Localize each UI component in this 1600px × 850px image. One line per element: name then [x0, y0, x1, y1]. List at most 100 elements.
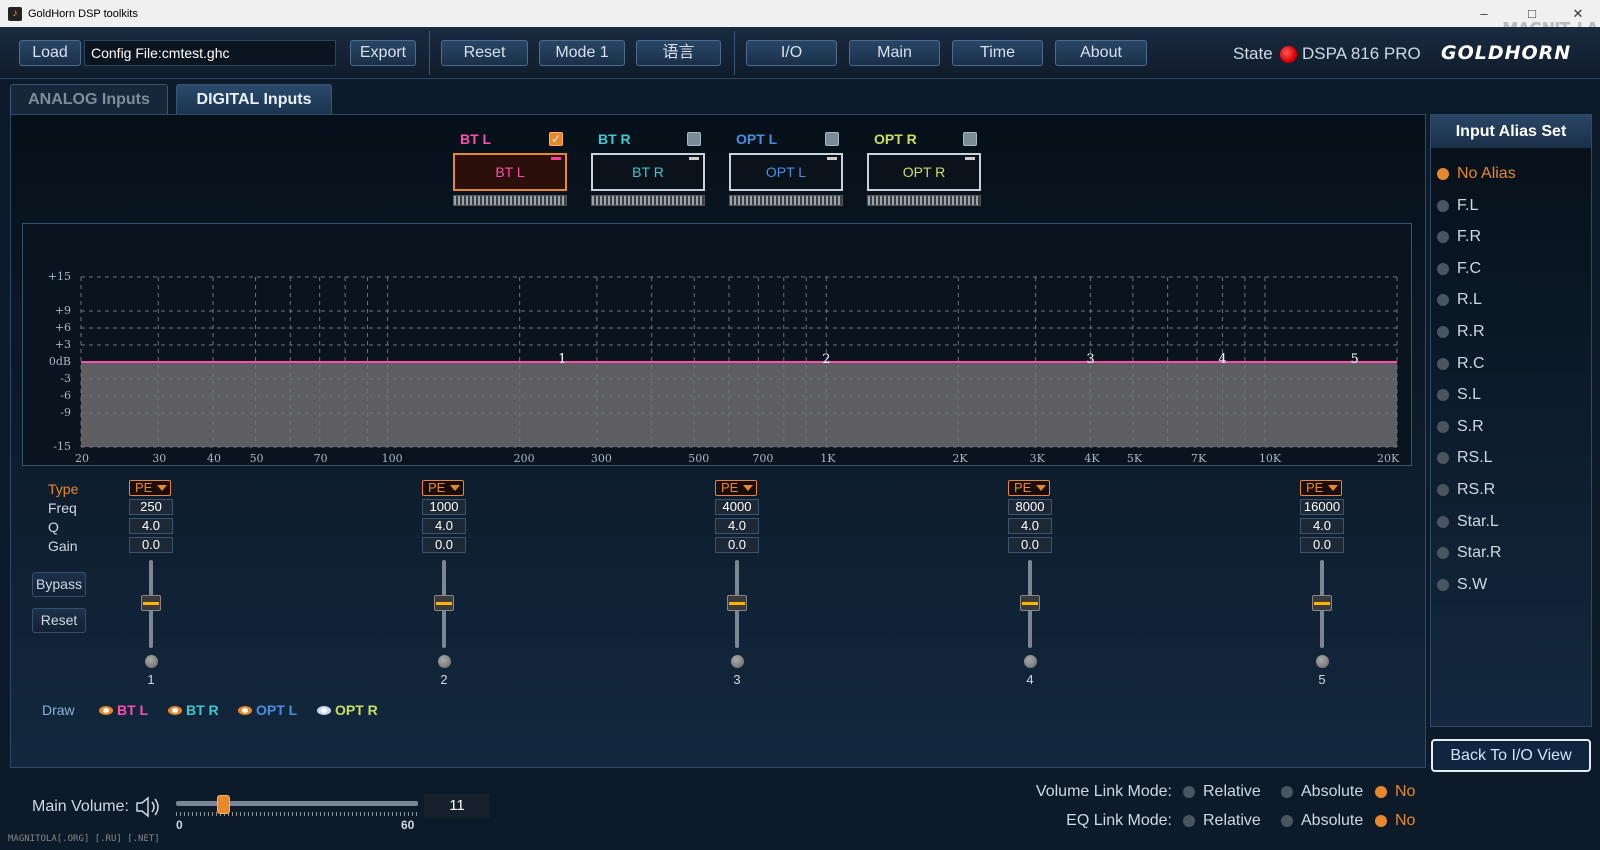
eq-link-option[interactable]: Relative — [1183, 812, 1261, 830]
eq-link-option[interactable]: No — [1375, 812, 1415, 830]
reset-button[interactable]: Reset — [441, 40, 528, 66]
draw-toggle[interactable]: BT L — [99, 702, 148, 718]
channel-checkbox[interactable]: ✓ — [549, 132, 563, 146]
band-marker[interactable]: 3 — [1086, 352, 1094, 367]
alias-option[interactable]: R.L — [1437, 291, 1482, 309]
about-button[interactable]: About — [1055, 40, 1147, 66]
channel-checkbox[interactable] — [963, 132, 977, 146]
back-to-io-button[interactable]: Back To I/O View — [1431, 739, 1591, 772]
alias-option[interactable]: R.C — [1437, 355, 1485, 373]
band-q-input[interactable]: 4.0 — [715, 518, 759, 534]
export-button[interactable]: Export — [350, 40, 416, 66]
band-q-input[interactable]: 4.0 — [1008, 518, 1052, 534]
eq-link-option[interactable]: Absolute — [1281, 812, 1363, 830]
volume-link-option[interactable]: No — [1375, 783, 1415, 801]
band-type-select[interactable]: PE — [1300, 480, 1342, 496]
alias-option[interactable]: F.C — [1437, 260, 1481, 278]
draw-toggle[interactable]: OPT L — [238, 702, 297, 718]
app-icon: ♪ — [8, 6, 22, 21]
y-tick-label: +3 — [54, 338, 71, 351]
alias-option[interactable]: S.R — [1437, 418, 1484, 436]
channel-select-button[interactable]: OPT L — [729, 153, 843, 191]
band-freq-input[interactable]: 4000 — [715, 499, 759, 515]
band-gain-thumb[interactable] — [434, 595, 454, 611]
volume-link-option[interactable]: Absolute — [1281, 783, 1363, 801]
mode-button[interactable]: Mode 1 — [539, 40, 625, 66]
alias-option-label: No Alias — [1457, 165, 1516, 182]
alias-option[interactable]: Star.L — [1437, 513, 1499, 531]
x-tick-label: 2K — [952, 452, 968, 465]
eq-graph[interactable]: +15 +9 +6 +3 0dB -3 -6 -9 -15 20 30 40 50 70 100 200 300… — [22, 223, 1412, 466]
channel-select-button[interactable]: BT R — [591, 153, 705, 191]
band-enable-dot[interactable] — [1024, 655, 1037, 668]
x-tick-label: 3K — [1029, 452, 1045, 465]
band-gain-thumb[interactable] — [1312, 595, 1332, 611]
main-volume-slider[interactable] — [176, 801, 418, 806]
time-button[interactable]: Time — [952, 40, 1043, 66]
band-marker[interactable]: 4 — [1218, 352, 1226, 367]
alias-option[interactable]: RS.L — [1437, 449, 1493, 467]
y-tick-label: +6 — [54, 321, 71, 334]
band-type-select[interactable]: PE — [1008, 480, 1050, 496]
alias-option[interactable]: S.L — [1437, 386, 1481, 404]
alias-option[interactable]: RS.R — [1437, 481, 1495, 499]
alias-option[interactable]: No Alias — [1437, 165, 1516, 183]
band-type-value: PE — [135, 480, 153, 495]
band-q-input[interactable]: 4.0 — [129, 518, 173, 534]
minimize-button[interactable]: – — [1464, 0, 1504, 27]
band-marker[interactable]: 2 — [822, 352, 830, 367]
band-enable-dot[interactable] — [438, 655, 451, 668]
language-button[interactable]: 语言 — [636, 40, 721, 66]
eq-reset-button[interactable]: Reset — [32, 608, 86, 633]
band-gain-thumb[interactable] — [727, 595, 747, 611]
y-tick-label: -6 — [60, 389, 71, 402]
tab-analog-inputs[interactable]: ANALOG Inputs — [10, 84, 168, 114]
alias-option[interactable]: Star.R — [1437, 544, 1501, 562]
y-tick-label: +9 — [54, 304, 71, 317]
band-type-select[interactable]: PE — [422, 480, 464, 496]
band-q-input[interactable]: 4.0 — [1300, 518, 1344, 534]
band-freq-input[interactable]: 250 — [129, 499, 173, 515]
band-type-select[interactable]: PE — [129, 480, 171, 496]
channel-select-button[interactable]: BT L — [453, 153, 567, 191]
main-volume-value[interactable]: 11 — [424, 794, 490, 818]
alias-option[interactable]: F.L — [1437, 197, 1478, 215]
band-enable-dot[interactable] — [731, 655, 744, 668]
radio-icon — [1437, 199, 1449, 212]
band-enable-dot[interactable] — [1316, 655, 1329, 668]
main-button[interactable]: Main — [849, 40, 940, 66]
tab-digital-inputs[interactable]: DIGITAL Inputs — [176, 84, 332, 114]
alias-option-label: R.L — [1457, 291, 1482, 309]
band-gain-input[interactable]: 0.0 — [1300, 537, 1344, 553]
band-marker[interactable]: 1 — [558, 352, 566, 367]
band-gain-input[interactable]: 0.0 — [715, 537, 759, 553]
channel-checkbox[interactable] — [825, 132, 839, 146]
alias-option[interactable]: S.W — [1437, 576, 1487, 594]
band-freq-input[interactable]: 1000 — [422, 499, 466, 515]
band-freq-input[interactable]: 8000 — [1008, 499, 1052, 515]
band-number: 2 — [440, 672, 448, 687]
band-marker[interactable]: 5 — [1350, 352, 1358, 367]
draw-toggle[interactable]: OPT R — [317, 702, 378, 718]
channel-select-button[interactable]: OPT R — [867, 153, 981, 191]
channel-checkbox[interactable] — [687, 132, 701, 146]
band-enable-dot[interactable] — [145, 655, 158, 668]
alias-option[interactable]: R.R — [1437, 323, 1485, 341]
alias-option[interactable]: F.R — [1437, 228, 1481, 246]
band-type-select[interactable]: PE — [715, 480, 757, 496]
band-gain-thumb[interactable] — [1020, 595, 1040, 611]
main-volume-thumb[interactable] — [217, 795, 230, 814]
volume-link-option[interactable]: Relative — [1183, 783, 1261, 801]
load-button[interactable]: Load — [19, 40, 81, 66]
band-freq-input[interactable]: 16000 — [1300, 499, 1344, 515]
band-gain-input[interactable]: 0.0 — [129, 537, 173, 553]
io-button[interactable]: I/O — [746, 40, 837, 66]
draw-toggle[interactable]: BT R — [168, 702, 219, 718]
alias-option-label: F.R — [1457, 228, 1481, 246]
channel-box-label: BT L — [495, 164, 525, 180]
band-gain-input[interactable]: 0.0 — [422, 537, 466, 553]
bypass-button[interactable]: Bypass — [32, 572, 86, 597]
band-q-input[interactable]: 4.0 — [422, 518, 466, 534]
band-gain-input[interactable]: 0.0 — [1008, 537, 1052, 553]
band-gain-thumb[interactable] — [141, 595, 161, 611]
